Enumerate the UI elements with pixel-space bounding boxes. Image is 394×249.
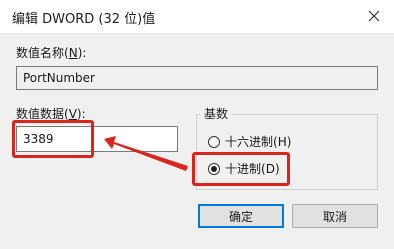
radio-hexadecimal-indicator: [208, 135, 220, 148]
close-button[interactable]: [360, 3, 388, 29]
value-data-highlight-box: [12, 120, 94, 158]
title-bar: 编辑 DWORD (32 位)值: [0, 0, 394, 34]
value-name-field[interactable]: PortNumber: [16, 66, 378, 90]
close-icon: [368, 10, 380, 22]
base-group-title: 基数: [200, 105, 233, 122]
ok-button[interactable]: 确定: [198, 204, 284, 228]
radio-hexadecimal-label: 十六进制(H): [225, 135, 292, 149]
window-title: 编辑 DWORD (32 位)值: [12, 12, 156, 27]
radio-hexadecimal[interactable]: 十六进制(H): [208, 133, 291, 150]
value-name-label: 数值名称(N):: [16, 46, 87, 60]
decimal-highlight-box: [192, 152, 290, 186]
cancel-button[interactable]: 取消: [292, 204, 378, 228]
